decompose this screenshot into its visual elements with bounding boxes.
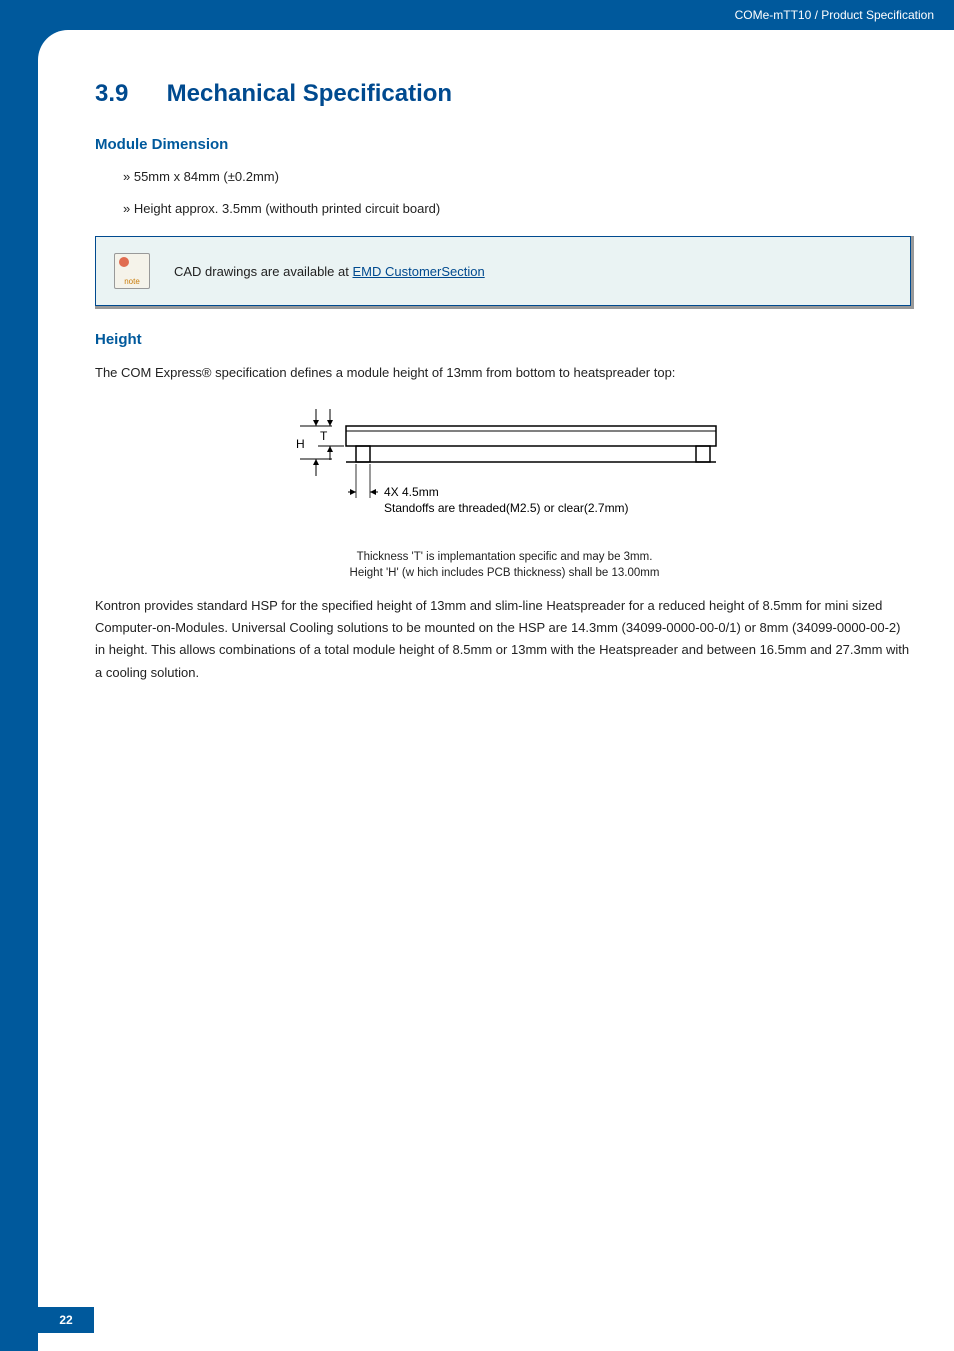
standoff-dimension-label: 4X 4.5mm	[384, 485, 439, 499]
height-body-text: Kontron provides standard HSP for the sp…	[95, 595, 914, 683]
left-blue-band	[0, 0, 38, 1351]
section-title: 3.9 Mechanical Specification	[95, 80, 914, 108]
figure-caption-line1: Thickness 'T' is implemantation specific…	[357, 551, 653, 563]
note-text-prefix: CAD drawings are available at	[174, 264, 352, 279]
figure-caption-line2: Height 'H' (w hich includes PCB thicknes…	[350, 567, 660, 579]
note-icon: note	[114, 253, 150, 289]
height-intro-text: The COM Express® specification defines a…	[95, 362, 914, 384]
section-title-text: Mechanical Specification	[167, 80, 452, 107]
dimension-bullet-2: » Height approx. 3.5mm (withouth printed…	[123, 199, 914, 219]
note-box-wrapper: note CAD drawings are available at EMD C…	[95, 236, 914, 309]
module-height-svg: H T 4X	[290, 404, 720, 534]
note-icon-label: note	[124, 277, 140, 286]
height-diagram: H T 4X	[95, 404, 914, 539]
note-box-shadow: note CAD drawings are available at EMD C…	[95, 236, 914, 309]
note-box: note CAD drawings are available at EMD C…	[95, 236, 911, 306]
note-text: CAD drawings are available at EMD Custom…	[174, 264, 485, 279]
emd-customer-section-link[interactable]: EMD CustomerSection	[352, 264, 484, 279]
module-dimension-heading: Module Dimension	[95, 136, 914, 153]
dimension-bullet-1: » 55mm x 84mm (±0.2mm)	[123, 167, 914, 187]
height-heading: Height	[95, 331, 914, 348]
label-h: H	[296, 437, 305, 451]
label-t: T	[320, 429, 328, 443]
page-number: 22	[38, 1307, 94, 1333]
header-breadcrumb-bar: COMe-mTT10 / Product Specification	[38, 0, 954, 30]
section-number: 3.9	[95, 80, 160, 108]
standoff-description: Standoffs are threaded(M2.5) or clear(2.…	[384, 501, 629, 515]
figure-caption: Thickness 'T' is implemantation specific…	[95, 549, 914, 581]
breadcrumb: COMe-mTT10 / Product Specification	[735, 8, 934, 22]
page-number-value: 22	[59, 1313, 72, 1327]
main-content: 3.9 Mechanical Specification Module Dime…	[95, 80, 914, 702]
